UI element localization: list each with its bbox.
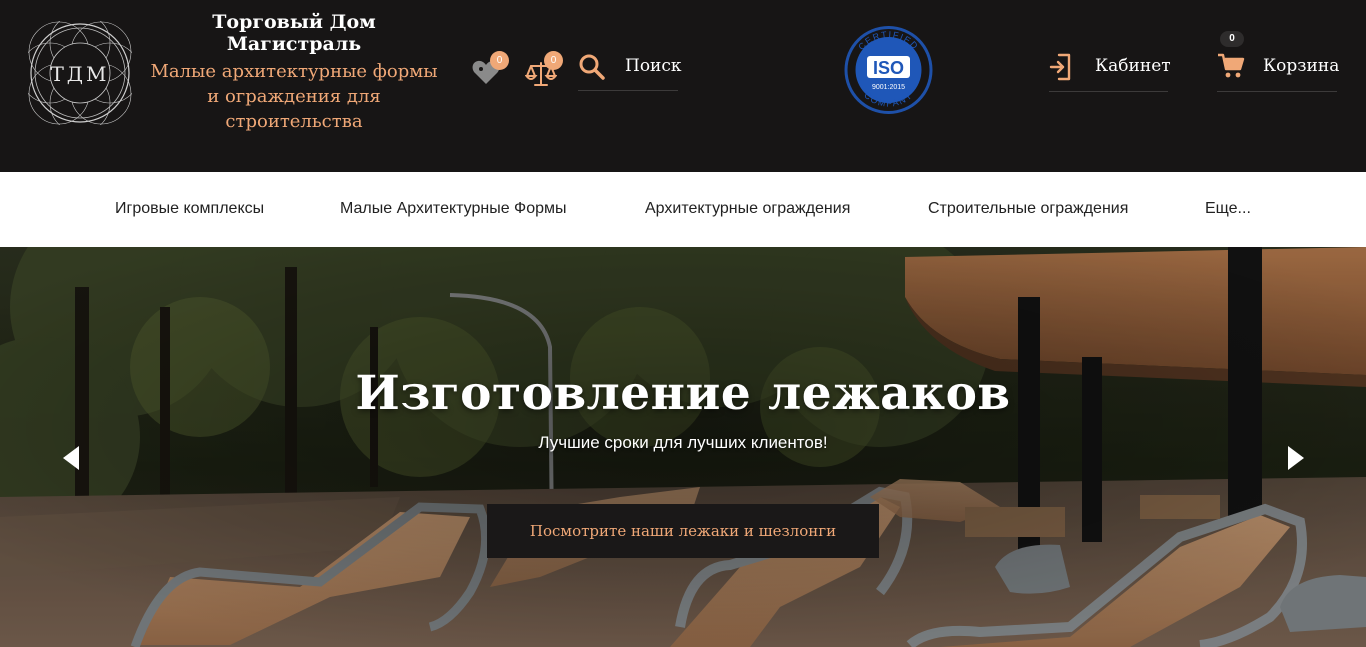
iso-standard-text: 9001:2015 [872,84,905,91]
hero-cta-button[interactable]: Посмотрите наши лежаки и шезлонги [487,504,879,558]
cabinet-button[interactable]: Кабинет [1049,48,1171,92]
cart-icon [1218,53,1245,78]
favorites-count-badge: 0 [490,51,509,70]
hero-title: Изготовление лежаков [355,366,1011,421]
hero-subtitle: Лучшие сроки для лучших клиентов! [538,433,828,452]
slider-prev-button[interactable] [60,444,82,472]
nav-item-playgrounds[interactable]: Игровые комплексы [115,200,264,218]
hero-slider: Изготовление лежаков Лучшие сроки для лу… [0,247,1366,647]
compare-count-badge: 0 [544,51,563,70]
logo-text: ТДМ [50,62,109,86]
login-icon [1049,53,1071,81]
iso-certified-badge: CERTIFIED COMPANY ISO 9001:2015 [842,25,935,115]
search-icon [579,54,605,80]
cart-button[interactable]: Корзина [1217,48,1340,92]
nav-item-arch-fences[interactable]: Архитектурные ограждения [645,200,850,218]
brand-block: Торговый Дом Магистраль Малые архитектур… [144,11,444,134]
main-nav: Игровые комплексы Малые Архитектурные Фо… [0,172,1366,247]
logo[interactable]: ТДМ [19,12,141,134]
search-label: Поиск [625,56,682,76]
search-button[interactable]: Поиск [578,48,682,91]
compare-button[interactable]: 0 [524,51,563,90]
chevron-left-icon [63,446,79,470]
brand-subtitle: Малые архитектурные формы и ограждения д… [150,61,438,132]
nav-item-small-arch-forms[interactable]: Малые Архитектурные Формы [340,200,567,218]
brand-title[interactable]: Торговый Дом Магистраль [144,11,444,55]
favorites-button[interactable]: 0 [470,51,509,88]
nav-item-more[interactable]: Еще... [1205,200,1251,218]
cart-label: Корзина [1263,56,1340,76]
iso-certificate-icon: CERTIFIED COMPANY ISO 9001:2015 [844,26,933,114]
nav-item-construction-fences[interactable]: Строительные ограждения [928,200,1128,218]
chevron-right-icon [1288,446,1304,470]
iso-text: ISO [873,58,904,78]
cart-count-badge: 0 [1220,31,1244,47]
logo-emblem: ТДМ [19,12,141,134]
site-header: ТДМ Торговый Дом Магистраль Малые архите… [0,0,1366,172]
slider-next-button[interactable] [1285,444,1307,472]
cabinet-label: Кабинет [1095,56,1171,76]
